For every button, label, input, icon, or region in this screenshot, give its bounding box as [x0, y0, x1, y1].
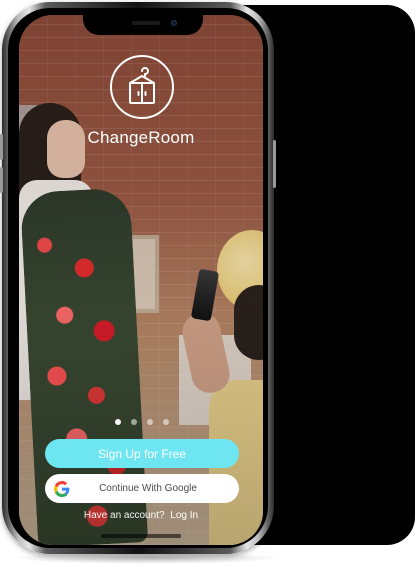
earpiece-speaker: [132, 21, 160, 25]
app-name: ChangeRoom: [87, 128, 195, 147]
signup-button[interactable]: Sign Up for Free: [45, 439, 239, 468]
home-indicator[interactable]: [101, 534, 181, 538]
power-button: [273, 140, 276, 188]
phone-frame: ChangeRoom Sign Up for Free Continue Wit…: [0, 2, 276, 554]
front-camera-icon: [171, 20, 177, 26]
google-g-icon: [54, 481, 70, 497]
notch: [83, 15, 203, 35]
volume-up-button: [0, 134, 3, 160]
pagination-dot[interactable]: [147, 419, 153, 425]
app-logo: [110, 55, 174, 119]
pagination-dot[interactable]: [131, 419, 137, 425]
login-question: Have an account?: [83, 510, 165, 521]
pagination-dot-active[interactable]: [115, 419, 121, 425]
login-link[interactable]: Log In: [170, 510, 198, 521]
app-screen: ChangeRoom Sign Up for Free Continue Wit…: [19, 15, 263, 545]
google-label: Continue With Google: [99, 483, 197, 494]
volume-down-button: [0, 167, 3, 193]
pagination-dots: [115, 419, 169, 425]
pagination-dot[interactable]: [163, 419, 169, 425]
signup-label: Sign Up for Free: [97, 446, 187, 461]
google-signin-button[interactable]: Continue With Google: [45, 474, 239, 503]
wardrobe-hanger-icon: [129, 67, 155, 104]
login-prompt: Have an account? Log In: [19, 510, 263, 521]
mockup-stage: ChangeRoom Sign Up for Free Continue Wit…: [0, 0, 417, 567]
